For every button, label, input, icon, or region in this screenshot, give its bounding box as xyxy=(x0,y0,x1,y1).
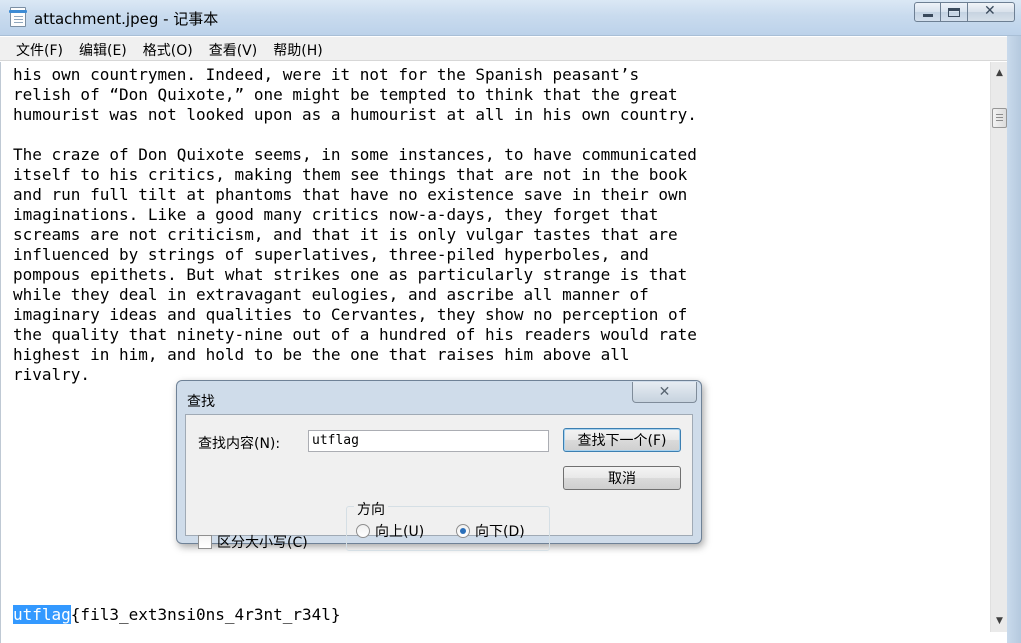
text-line: his own countrymen. Indeed, were it not … xyxy=(13,65,640,84)
text-line: the quality that ninety-nine out of a hu… xyxy=(13,325,697,344)
text-line: humourist was not looked upon as a humou… xyxy=(13,105,697,124)
notepad-icon xyxy=(9,7,27,27)
text-line: influenced by strings of superlatives, t… xyxy=(13,245,649,264)
radio-on-icon xyxy=(456,524,470,538)
window-controls: ✕ xyxy=(914,2,1015,22)
find-dialog-title: 查找 xyxy=(187,394,215,410)
minimize-icon xyxy=(923,14,933,17)
find-dialog: 查找 ✕ 查找内容(N): utflag 查找下一个(F) 取消 方向 向上(U… xyxy=(176,380,702,551)
text-line xyxy=(13,125,697,145)
menu-help[interactable]: 帮助(H) xyxy=(265,37,330,60)
find-dialog-close-button[interactable]: ✕ xyxy=(632,382,697,403)
text-line: while they deal in extravagant eulogies,… xyxy=(13,285,649,304)
direction-up-radio[interactable]: 向上(U) xyxy=(356,521,424,541)
text-line: imaginations. Like a good many critics n… xyxy=(13,205,659,224)
flag-text: {fil3_ext3nsi0ns_4r3nt_r34l} xyxy=(70,605,341,624)
text-line: highest in him, and hold to be the one t… xyxy=(13,345,630,364)
flag-line: utflag{fil3_ext3nsi0ns_4r3nt_r34l} xyxy=(13,605,341,625)
find-what-input[interactable]: utflag xyxy=(308,430,549,452)
maximize-button[interactable] xyxy=(941,2,968,22)
find-next-button[interactable]: 查找下一个(F) xyxy=(563,428,681,452)
direction-down-radio[interactable]: 向下(D) xyxy=(456,521,525,541)
text-line: The craze of Don Quixote seems, in some … xyxy=(13,145,697,164)
text-line: relish of “Don Quixote,” one might be te… xyxy=(13,85,678,104)
window-title: attachment.jpeg - 记事本 xyxy=(34,10,219,28)
text-line: screams are not criticism, and that it i… xyxy=(13,225,678,244)
title-bar[interactable]: attachment.jpeg - 记事本 ✕ xyxy=(0,0,1021,36)
menu-bar: 文件(F) 编辑(E) 格式(O) 查看(V) 帮助(H) xyxy=(0,37,1021,61)
radio-off-icon xyxy=(356,524,370,538)
text-line: imaginary ideas and qualities to Cervant… xyxy=(13,305,688,324)
close-button[interactable]: ✕ xyxy=(968,2,1015,22)
text-editor[interactable]: his own countrymen. Indeed, were it not … xyxy=(0,62,1004,643)
close-icon: ✕ xyxy=(658,384,671,400)
scroll-up-icon[interactable]: ▲ xyxy=(991,64,1008,81)
match-case-label: 区分大小写(C) xyxy=(217,535,308,551)
menu-view[interactable]: 查看(V) xyxy=(201,37,266,60)
find-dialog-body: 查找内容(N): utflag 查找下一个(F) 取消 方向 向上(U) 向下(… xyxy=(185,414,693,551)
vertical-scrollbar[interactable]: ▲ ▼ xyxy=(990,62,1007,632)
window-frame-right xyxy=(1007,36,1021,643)
cancel-button[interactable]: 取消 xyxy=(563,466,681,490)
minimize-button[interactable] xyxy=(914,2,941,22)
direction-down-label: 向下(D) xyxy=(475,524,525,540)
menu-edit[interactable]: 编辑(E) xyxy=(71,37,135,60)
maximize-icon xyxy=(948,8,960,17)
document-text: his own countrymen. Indeed, were it not … xyxy=(13,65,697,385)
close-icon: ✕ xyxy=(984,3,996,19)
direction-label: 方向 xyxy=(354,499,388,519)
selected-text: utflag xyxy=(13,605,71,624)
text-line: and run full tilt at phantoms that have … xyxy=(13,185,688,204)
scroll-down-icon[interactable]: ▼ xyxy=(991,612,1008,629)
menu-file[interactable]: 文件(F) xyxy=(8,37,71,60)
find-what-label: 查找内容(N): xyxy=(198,436,281,452)
menu-format[interactable]: 格式(O) xyxy=(135,37,201,60)
checkbox-icon xyxy=(198,535,212,549)
direction-up-label: 向上(U) xyxy=(375,524,425,540)
text-line: itself to his critics, making them see t… xyxy=(13,165,688,184)
scroll-thumb[interactable] xyxy=(992,108,1007,128)
match-case-checkbox[interactable]: 区分大小写(C) xyxy=(198,532,308,552)
text-line: pompous epithets. But what strikes one a… xyxy=(13,265,688,284)
